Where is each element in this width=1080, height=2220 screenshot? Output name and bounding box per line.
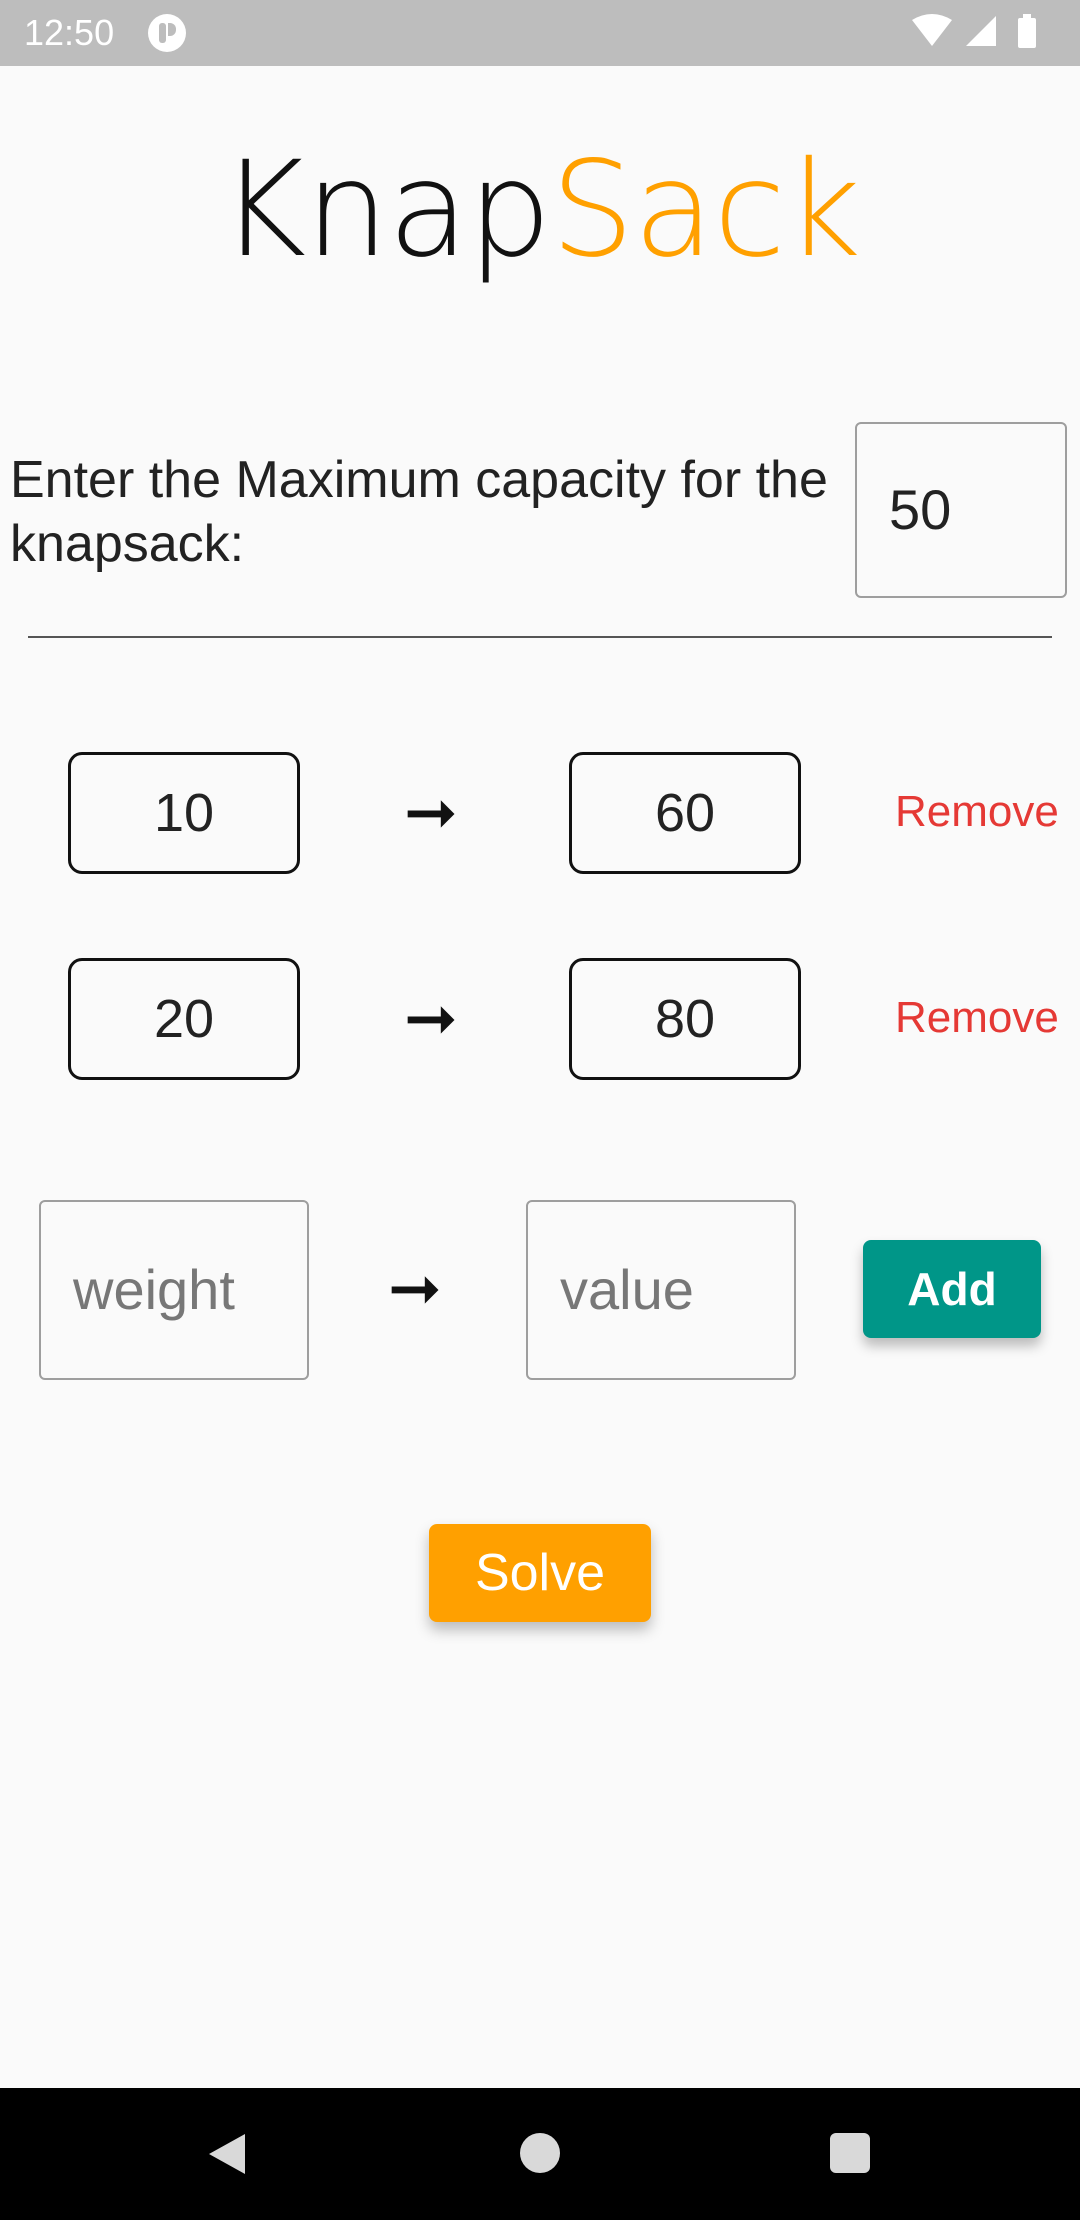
title-knap: Knap [219,133,552,287]
arrow-icon: ➞ [404,982,458,1054]
add-button[interactable]: Add [863,1240,1041,1338]
status-bar: 12:50 [0,0,1080,66]
weight-input[interactable]: weight [39,1200,309,1380]
value-input[interactable]: value [526,1200,796,1380]
back-icon[interactable] [205,2130,249,2178]
arrow-icon: ➞ [404,776,458,848]
status-time: 12:50 [24,12,115,53]
capacity-label: Enter the Maximum capacity for the knaps… [10,451,828,573]
app-notification-icon [148,14,186,52]
recents-icon[interactable] [830,2133,870,2173]
battery-icon [1018,14,1036,48]
remove-button[interactable]: Remove [895,988,1059,1048]
capacity-input[interactable]: 50 [855,422,1067,598]
wifi-icon [912,14,952,46]
title-sack: Sack [550,133,862,287]
item-weight-input[interactable]: 20 [68,958,300,1080]
solve-button[interactable]: Solve [429,1524,651,1622]
home-icon[interactable] [520,2133,560,2173]
divider [28,636,1052,638]
remove-button[interactable]: Remove [895,782,1059,842]
arrow-icon: ➞ [388,1252,442,1324]
item-value-input[interactable]: 60 [569,752,801,874]
app-title: KnapSack [0,140,1080,280]
item-weight-input[interactable]: 10 [68,752,300,874]
signal-icon [966,16,996,46]
status-icons [908,12,1058,54]
item-value-input[interactable]: 80 [569,958,801,1080]
